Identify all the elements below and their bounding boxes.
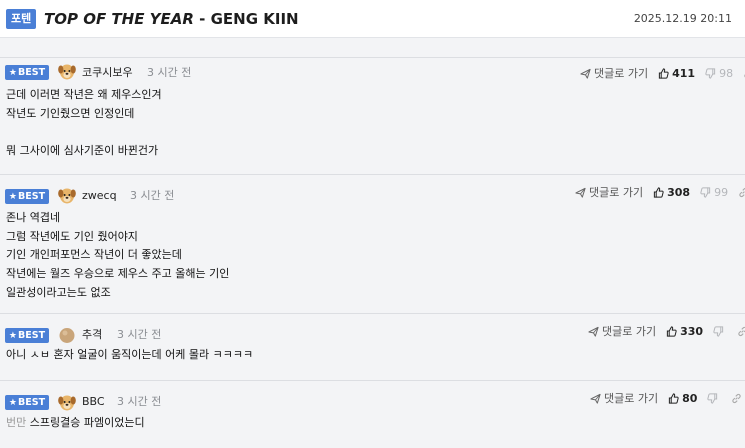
best-badge: ★BEST [5, 328, 49, 343]
downvote-button[interactable] [713, 326, 727, 337]
link-icon [737, 326, 745, 337]
best-label: BEST [18, 191, 46, 202]
downvote-count: 99 [714, 185, 729, 199]
thumbs-down-icon [700, 187, 711, 198]
thumbs-up-icon [666, 326, 677, 337]
comment-body: 번만 스프링결승 파엠이었는디 [0, 414, 745, 433]
goto-reply-link[interactable]: 댓글로 가기 [575, 184, 643, 200]
send-icon [590, 393, 601, 404]
star-icon: ★ [8, 331, 17, 341]
goto-reply-link[interactable]: 댓글로 가기 [580, 65, 648, 81]
upvote-button[interactable]: 330 [666, 325, 703, 338]
comment-nickname[interactable]: zwecq [82, 188, 117, 204]
comment-item: ★BEST 추격 3 시간 전 댓글로 가기 330 아니 ㅅㅂ 혼자 얼굴이 … [0, 313, 745, 380]
thumbs-up-icon [653, 187, 664, 198]
goto-reply-link[interactable]: 댓글로 가기 [588, 323, 656, 339]
upvote-count: 330 [680, 324, 704, 338]
upvote-count: 411 [672, 66, 696, 80]
upvote-button[interactable]: 411 [658, 67, 695, 80]
upvote-button[interactable]: 308 [653, 186, 690, 199]
upvote-button[interactable]: 80 [668, 392, 697, 405]
post-header: 포텐 TOP OF THE YEAR - GENG KIIN 2025.12.1… [0, 0, 745, 38]
thumbs-down-icon [713, 326, 724, 337]
star-icon: ★ [8, 398, 17, 408]
comment-nickname[interactable]: 추격 [82, 327, 102, 343]
comment-header: ★BEST zwecq 3 시간 전 댓글로 가기 308 99 [0, 175, 745, 209]
comment-header: ★BEST 추격 3 시간 전 댓글로 가기 330 [0, 314, 745, 346]
comment-item: ★BEST BBC 3 시간 전 댓글로 가기 80 번만 스프링결승 파엠이었… [0, 380, 745, 448]
comment-body-prefix: 번만 [6, 416, 27, 429]
send-icon [580, 68, 591, 79]
ball-avatar-icon [57, 325, 77, 345]
dog-avatar-icon [57, 185, 77, 205]
comment-nickname[interactable]: 코쿠시보우 [82, 65, 133, 81]
comment-actions: 댓글로 가기 80 [590, 390, 742, 406]
comment-time: 3 시간 전 [130, 189, 175, 202]
share-link-button[interactable] [737, 326, 745, 337]
link-icon [738, 187, 745, 198]
share-link-button[interactable] [731, 393, 742, 404]
comment-time: 3 시간 전 [147, 66, 192, 79]
post-title-sub: - GENG KIIN [193, 10, 299, 28]
goto-reply-label: 댓글로 가기 [604, 392, 659, 405]
best-badge: ★BEST [5, 65, 49, 80]
dog-avatar-icon [57, 61, 77, 81]
thumbs-up-icon [668, 393, 679, 404]
comment-body: 아니 ㅅㅂ 혼자 얼굴이 움직이는데 어케 몰라 ㅋㅋㅋㅋ [6, 348, 254, 361]
goto-reply-label: 댓글로 가기 [589, 186, 644, 199]
link-icon [731, 393, 742, 404]
post-title-main: TOP OF THE YEAR [44, 10, 194, 28]
send-icon [575, 187, 586, 198]
best-label: BEST [18, 67, 46, 78]
comment-actions: 댓글로 가기 411 98 [580, 65, 745, 81]
post-title: TOP OF THE YEAR - GENG KIIN [44, 8, 299, 30]
downvote-button[interactable]: 98 [705, 67, 733, 80]
share-link-button[interactable] [738, 187, 745, 198]
goto-reply-link[interactable]: 댓글로 가기 [590, 390, 658, 406]
downvote-button[interactable]: 99 [700, 186, 728, 199]
downvote-button[interactable] [707, 393, 721, 404]
star-icon: ★ [8, 68, 17, 78]
best-label: BEST [18, 397, 46, 408]
comment-header: ★BEST BBC 3 시간 전 댓글로 가기 80 [0, 381, 745, 414]
best-label: BEST [18, 330, 46, 341]
comment-time: 3 시간 전 [117, 328, 162, 341]
comment-body: 존나 역겹네 그럼 작년에도 기인 줬어야지 기인 개인퍼포먼스 작년이 더 좋… [6, 211, 230, 299]
goto-reply-label: 댓글로 가기 [602, 325, 657, 338]
comment-time: 3 시간 전 [117, 395, 162, 408]
best-badge: ★BEST [5, 189, 49, 204]
comment-actions: 댓글로 가기 308 99 [575, 184, 745, 200]
comment-header: ★BEST 코쿠시보우 3 시간 전 댓글로 가기 411 98 [0, 58, 745, 86]
best-badge: ★BEST [5, 395, 49, 410]
comment-item: ★BEST 코쿠시보우 3 시간 전 댓글로 가기 411 98 근데 이러면 … [0, 57, 745, 174]
thumbs-up-icon [658, 68, 669, 79]
comment-body: 근데 이러면 작년은 왜 제우스인겨 작년도 기인줬으면 인정인데 뭐 그사이에… [6, 88, 162, 158]
send-icon [588, 326, 599, 337]
upvote-count: 308 [667, 185, 691, 199]
comment-item: ★BEST zwecq 3 시간 전 댓글로 가기 308 99 존나 역겹네 … [0, 174, 745, 313]
thumbs-down-icon [705, 68, 716, 79]
post-datetime: 2025.12.19 20:11 [633, 12, 732, 25]
downvote-count: 98 [719, 66, 734, 80]
thumbs-down-icon [707, 393, 718, 404]
comment-nickname[interactable]: BBC [82, 394, 105, 410]
category-badge[interactable]: 포텐 [6, 9, 37, 29]
comment-body-text: 스프링결승 파엠이었는디 [26, 416, 145, 429]
upvote-count: 80 [682, 391, 698, 405]
goto-reply-label: 댓글로 가기 [594, 67, 649, 80]
star-icon: ★ [8, 192, 17, 202]
dog-avatar-icon [57, 392, 77, 412]
comment-actions: 댓글로 가기 330 [588, 323, 745, 339]
